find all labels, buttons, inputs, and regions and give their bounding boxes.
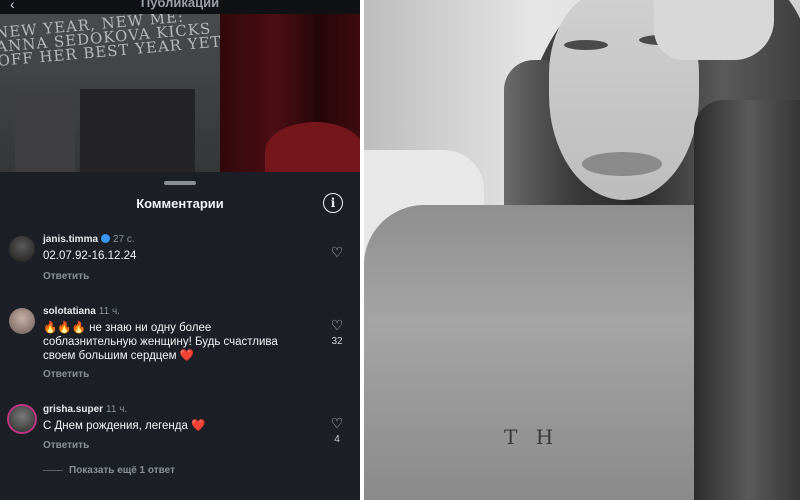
sweater-print: T H <box>504 425 560 449</box>
like-button[interactable]: ♡ 32 <box>330 318 344 347</box>
post-header: ‹ Публикации <box>0 0 360 14</box>
comment-text: 🔥🔥🔥 не знаю ни одну более соблазнительну… <box>43 322 278 362</box>
story-photo: T H <box>364 0 800 500</box>
comment-time: 27 с. <box>113 234 135 245</box>
like-button[interactable]: ♡ <box>330 245 344 259</box>
comment-time: 11 ч. <box>106 404 128 415</box>
like-count: 4 <box>334 434 340 445</box>
sheet-grabber[interactable] <box>164 181 196 185</box>
avatar[interactable] <box>9 308 35 334</box>
post-image[interactable]: NEW YEAR, NEW ME: ANNA SEDOKOVA KICKS OF… <box>0 14 360 172</box>
comment-time: 11 ч. <box>98 306 120 317</box>
red-heart-emoji: ❤️ <box>191 420 206 432</box>
instagram-comments-panel: ‹ Публикации NEW YEAR, NEW ME: ANNA SEDO… <box>0 0 360 500</box>
comment-username[interactable]: grisha.super <box>43 404 103 415</box>
comment-text: 02.07.92-16.12.24 <box>43 250 137 262</box>
avatar[interactable] <box>9 236 35 262</box>
info-icon[interactable]: i <box>323 193 343 213</box>
reply-button[interactable]: Ответить <box>43 271 89 282</box>
comment-username[interactable]: janis.timma <box>43 234 98 245</box>
verified-badge-icon <box>101 234 111 243</box>
comment-username[interactable]: solotatiana <box>43 306 96 317</box>
reply-button[interactable]: Ответить <box>43 440 89 451</box>
show-more-replies[interactable]: Показать ещё 1 ответ <box>43 465 175 476</box>
comment-text: С Днем рождения, легенда ❤️ <box>43 420 206 432</box>
heart-icon: ♡ <box>330 415 344 431</box>
comments-sheet: Комментарии i janis.timma 27 с. 02.07.92-… <box>0 172 360 500</box>
like-count: 32 <box>331 336 343 347</box>
fire-emoji: 🔥🔥🔥 <box>43 322 86 334</box>
like-button[interactable]: ♡ 4 <box>330 416 344 445</box>
sheet-title: Комментарии <box>136 196 224 211</box>
heart-icon: ♡ <box>330 244 344 260</box>
reply-button[interactable]: Ответить <box>43 369 89 380</box>
page-title: Публикации <box>140 0 220 10</box>
hand <box>654 0 774 60</box>
heart-icon: ♡ <box>330 317 344 333</box>
red-heart-emoji: ❤️ <box>179 350 195 362</box>
avatar[interactable] <box>9 406 35 432</box>
